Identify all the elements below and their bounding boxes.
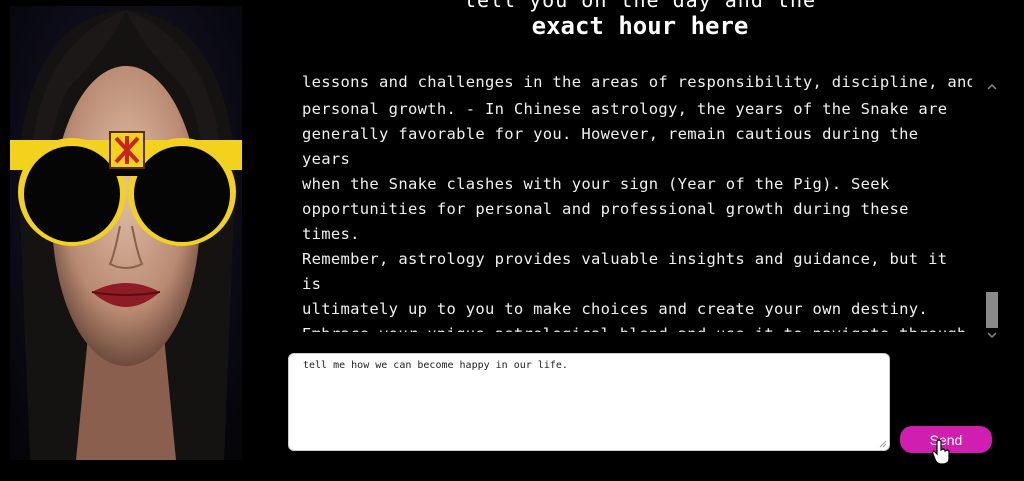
resize-grip-icon[interactable] xyxy=(877,438,887,448)
header-partial-line: tell you on the day and the xyxy=(463,0,817,12)
message-input-box[interactable]: tell me how we can become happy in our l… xyxy=(288,353,890,451)
chat-scrollbar[interactable] xyxy=(984,82,1000,342)
astrologer-illustration xyxy=(10,6,242,460)
chat-output: lessons and challenges in the areas of r… xyxy=(302,70,972,332)
assistant-message: personal growth. - In Chinese astrology,… xyxy=(302,100,966,332)
chevron-up-icon[interactable] xyxy=(984,82,1000,94)
page-title: exact hour here xyxy=(531,12,749,40)
message-clipped-line: lessons and challenges in the areas of r… xyxy=(302,73,972,91)
scrollbar-thumb[interactable] xyxy=(986,292,998,328)
chevron-down-icon[interactable] xyxy=(984,330,1000,342)
message-input[interactable]: tell me how we can become happy in our l… xyxy=(289,354,889,450)
avatar-portrait xyxy=(10,6,242,460)
hand-pointer-icon xyxy=(932,439,950,465)
